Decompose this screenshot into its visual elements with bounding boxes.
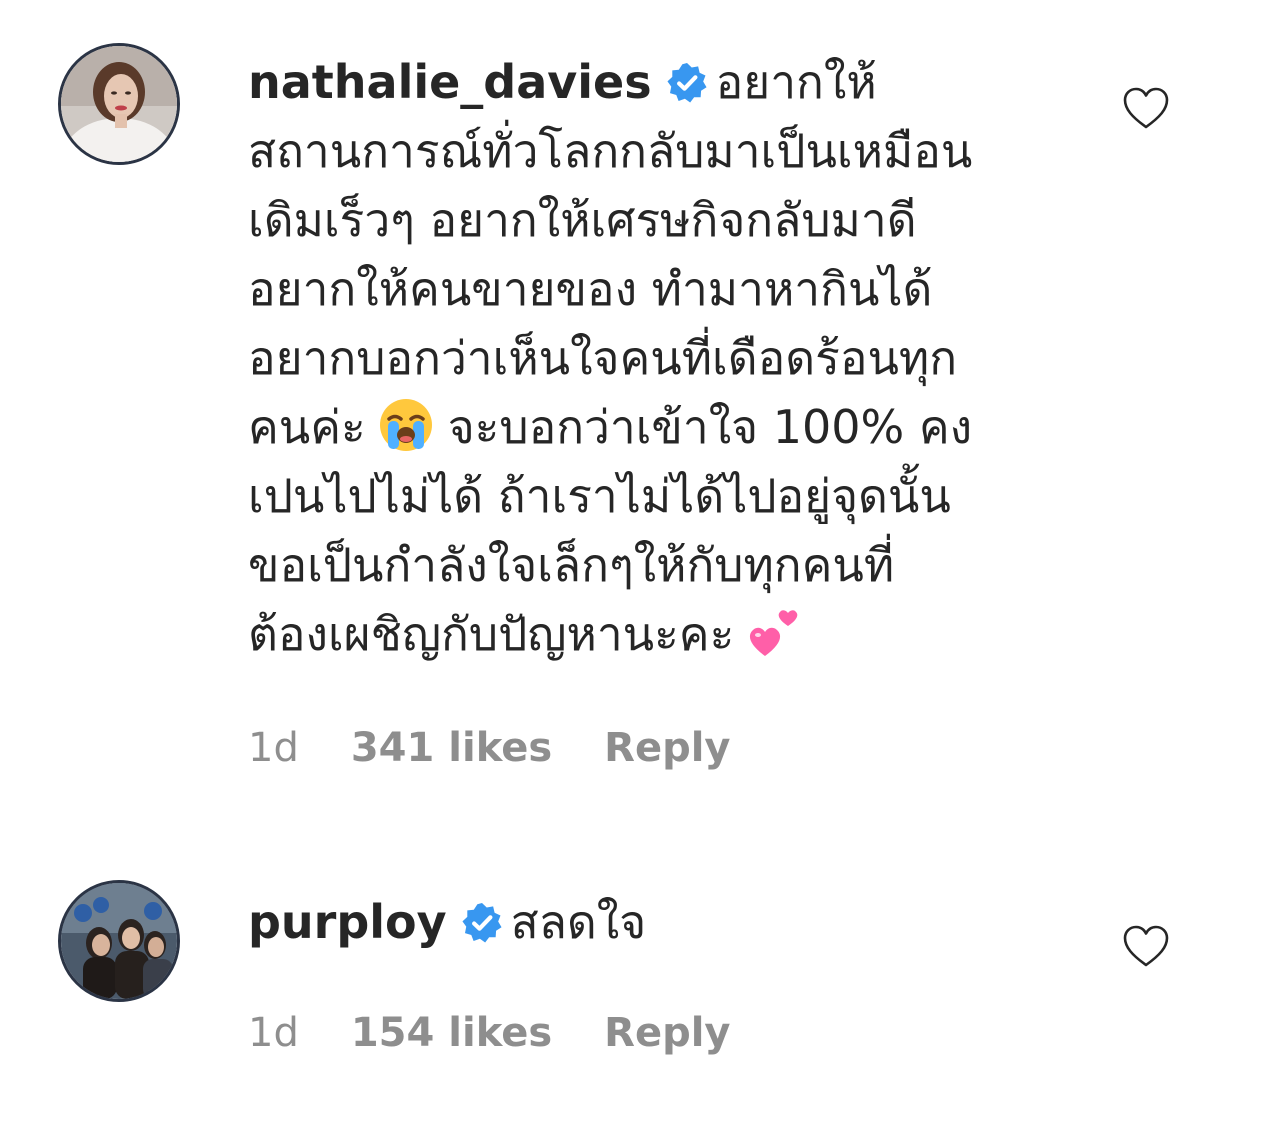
comment-text-block: purploy สลดใจ [248, 888, 1078, 957]
avatar-image [61, 883, 177, 999]
verified-badge-icon [666, 62, 708, 104]
like-heart-icon[interactable] [1122, 924, 1170, 968]
likes-count-button[interactable]: 341 likes [351, 725, 552, 771]
loudly-crying-face-emoji-icon [378, 397, 434, 453]
comment-timestamp[interactable]: 1d [248, 725, 299, 771]
comment-body: nathalie_davies อยากให้ สถานการณ์ทั่วโลกก… [248, 48, 1078, 669]
likes-count-button[interactable]: 154 likes [351, 1010, 552, 1056]
comment-item: purploy สลดใจ 1d 154 likes Reply [0, 860, 1280, 1110]
comment-meta: 1d 341 likes Reply [248, 725, 731, 771]
comment-text-block: nathalie_davies อยากให้ สถานการณ์ทั่วโลกก… [248, 48, 1078, 669]
comment-text: อยากให้ สถานการณ์ทั่วโลกกลับมาเป็นเหมือน… [248, 55, 973, 454]
avatar[interactable] [58, 880, 180, 1002]
reply-button[interactable]: Reply [604, 725, 730, 771]
comment-text: สลดใจ [510, 895, 647, 949]
like-heart-icon[interactable] [1122, 86, 1170, 130]
avatar[interactable] [58, 43, 180, 165]
username-link[interactable]: purploy [248, 895, 447, 949]
username-link[interactable]: nathalie_davies [248, 55, 652, 109]
verified-badge-icon [461, 902, 503, 944]
two-hearts-emoji-icon [746, 604, 802, 660]
comment-body: purploy สลดใจ [248, 888, 1078, 957]
comment-timestamp[interactable]: 1d [248, 1010, 299, 1056]
comment-meta: 1d 154 likes Reply [248, 1010, 731, 1056]
comment-item: nathalie_davies อยากให้ สถานการณ์ทั่วโลกก… [0, 0, 1280, 830]
reply-button[interactable]: Reply [604, 1010, 730, 1056]
avatar-image [61, 46, 177, 162]
